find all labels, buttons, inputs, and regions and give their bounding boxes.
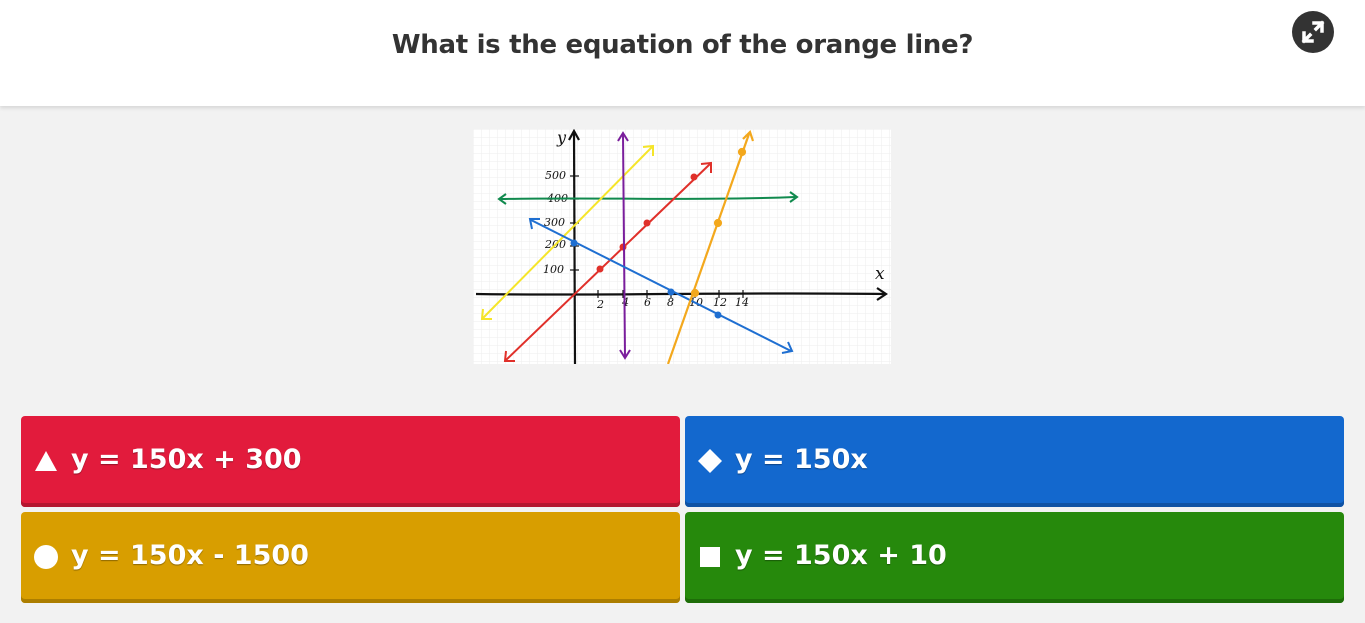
y-axis-label: y [556,129,567,147]
answer-option-triangle[interactable]: y = 150x + 300 [21,416,680,507]
answer-option-square[interactable]: y = 150x + 10 [685,512,1344,603]
line-graph: y x 500 400 300 200 100 2 4 6 8 10 12 14 [473,128,891,365]
expand-icon [1301,20,1325,44]
y-tick-100: 100 [543,263,564,276]
answer-option-diamond[interactable]: y = 150x [685,416,1344,507]
circle-icon [34,545,58,569]
diamond-icon [698,449,722,473]
answer-label: y = 150x [735,444,868,475]
question-header: What is the equation of the orange line? [0,0,1365,106]
answer-option-circle[interactable]: y = 150x - 1500 [21,512,680,603]
question-text: What is the equation of the orange line? [391,30,974,60]
answer-label: y = 150x + 300 [71,444,302,475]
answer-label: y = 150x - 1500 [71,540,309,571]
x-tick-14: 14 [735,296,749,309]
x-axis-label: x [875,264,885,284]
x-tick-8: 8 [667,296,674,309]
graph-image: y x 500 400 300 200 100 2 4 6 8 10 12 14 [473,128,891,365]
square-icon [700,547,720,567]
x-tick-6: 6 [644,296,651,309]
x-tick-12: 12 [713,296,727,309]
x-tick-2: 2 [596,298,604,311]
triangle-icon [35,451,57,471]
answer-label: y = 150x + 10 [735,540,947,571]
y-tick-500: 500 [545,169,566,182]
fullscreen-button[interactable] [1292,11,1334,53]
